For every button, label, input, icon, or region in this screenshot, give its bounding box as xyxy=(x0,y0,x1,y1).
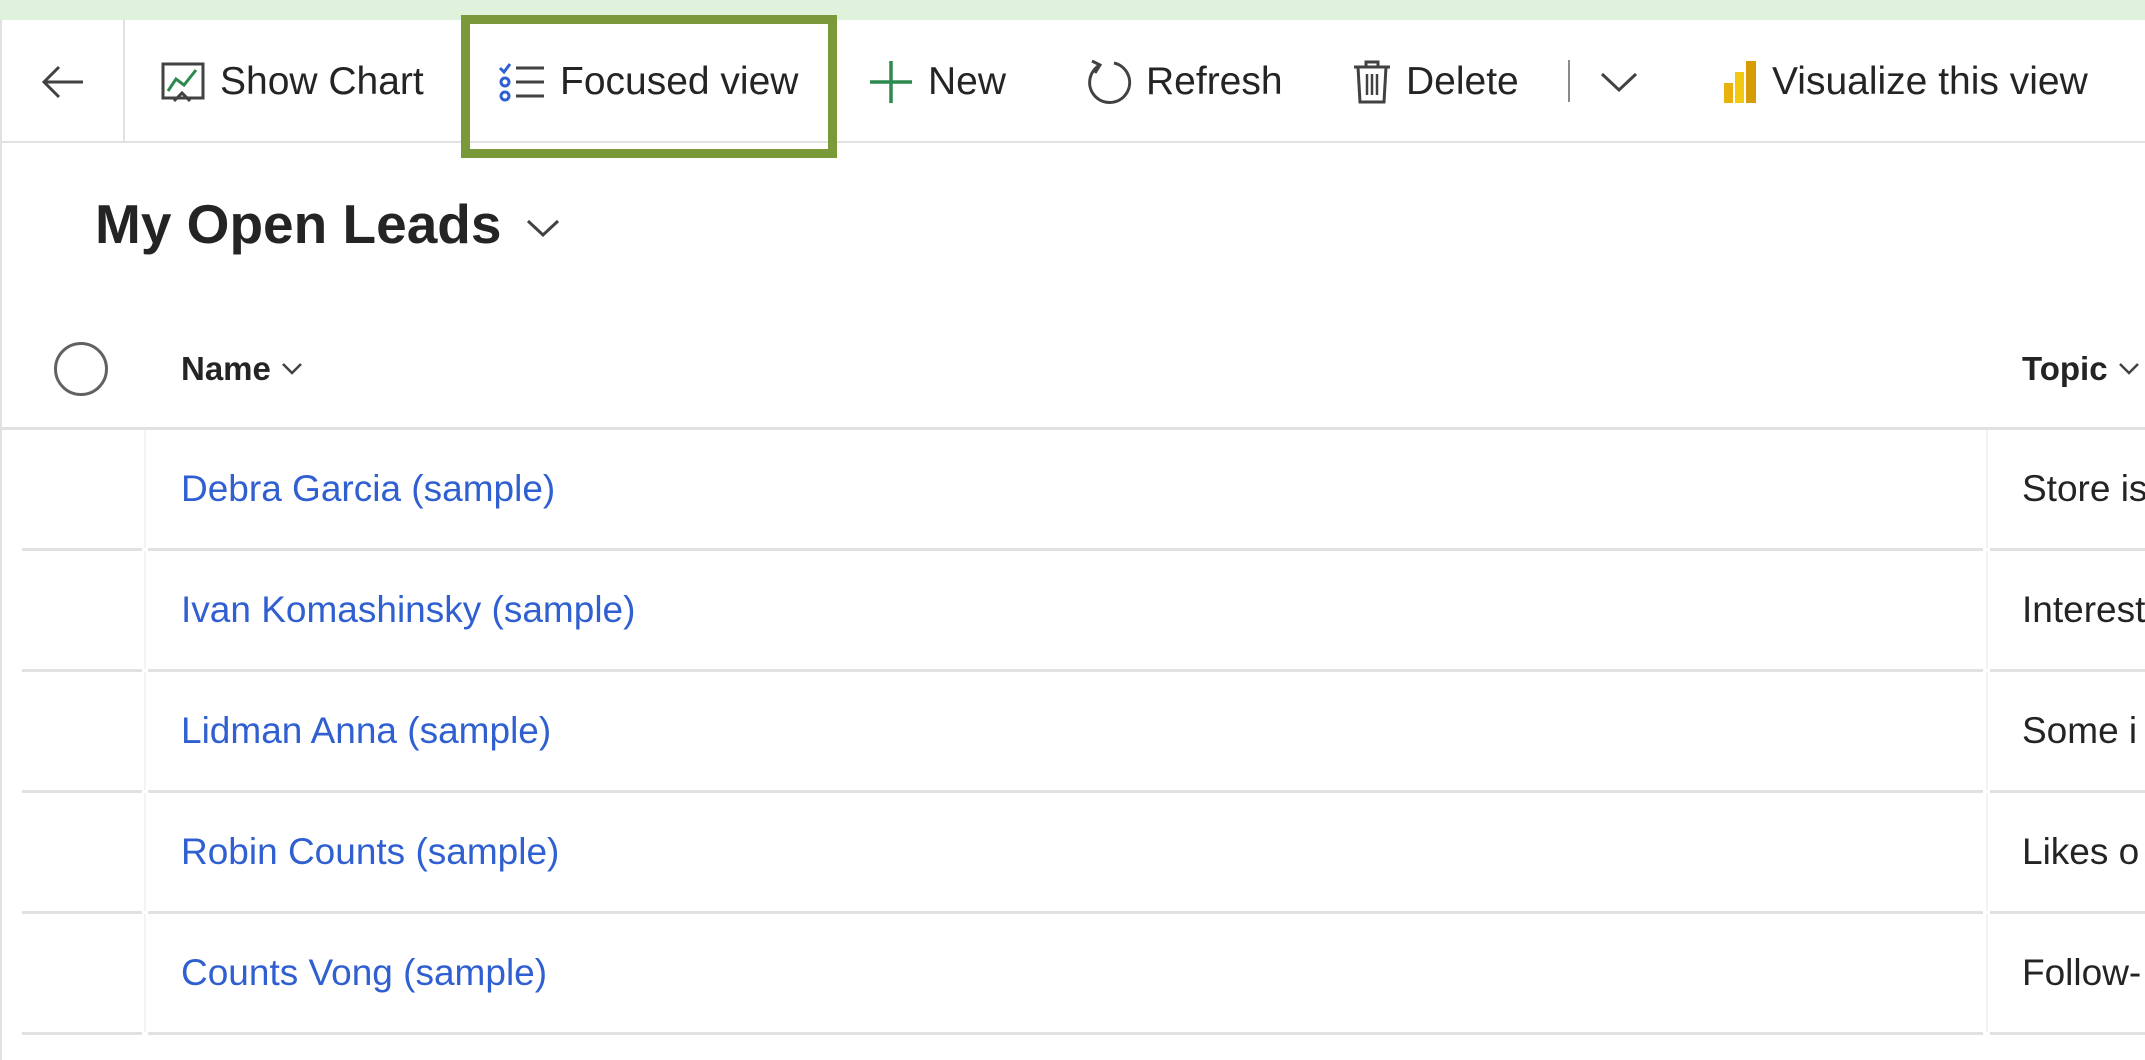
row-divider xyxy=(1986,430,1988,548)
table-row[interactable]: Ivan Komashinsky (sample) Interest xyxy=(0,551,2145,672)
back-arrow-icon xyxy=(41,65,83,98)
chevron-down-icon xyxy=(1600,72,1638,92)
show-chart-label: Show Chart xyxy=(220,59,424,103)
grid-header: Name Topic xyxy=(0,310,2145,430)
row-divider xyxy=(1986,793,1988,911)
new-label: New xyxy=(928,59,1007,103)
column-header-label: Name xyxy=(181,349,271,387)
row-divider xyxy=(1986,914,1988,1032)
lead-topic: Follow- xyxy=(2022,952,2142,993)
more-options-dropdown[interactable] xyxy=(1599,20,1639,143)
lead-name-link[interactable]: Robin Counts (sample) xyxy=(181,793,559,911)
row-divider xyxy=(144,793,146,911)
column-header-topic[interactable]: Topic xyxy=(2022,310,2140,427)
refresh-button[interactable]: Refresh xyxy=(1084,20,1283,143)
delete-button[interactable]: Delete xyxy=(1352,20,1519,143)
lead-name-link[interactable]: Lidman Anna (sample) xyxy=(181,672,551,790)
row-border xyxy=(22,1032,142,1035)
command-bar: Show Chart Focused view New Refresh Dele… xyxy=(0,20,2145,143)
view-selector[interactable]: My Open Leads xyxy=(95,192,561,256)
new-button[interactable]: New xyxy=(868,20,1006,143)
chevron-down-icon xyxy=(527,219,560,238)
lead-topic: Likes o xyxy=(2022,831,2140,872)
column-header-name[interactable]: Name xyxy=(181,310,303,427)
page-title: My Open Leads xyxy=(95,193,502,255)
column-header-label: Topic xyxy=(2022,349,2108,387)
power-bi-icon xyxy=(1724,60,1756,103)
back-button[interactable] xyxy=(38,20,88,143)
row-divider xyxy=(1986,672,1988,790)
delete-label: Delete xyxy=(1406,59,1519,103)
table-row[interactable]: Lidman Anna (sample) Some i xyxy=(0,672,2145,793)
table-row[interactable]: Counts Vong (sample) Follow- xyxy=(0,914,2145,1035)
visualize-view-button[interactable]: Visualize this view xyxy=(1722,20,2088,143)
row-divider xyxy=(144,430,146,548)
refresh-icon xyxy=(1088,59,1132,104)
toolbar-divider xyxy=(123,20,125,143)
lead-name-link[interactable]: Counts Vong (sample) xyxy=(181,914,547,1032)
top-banner-strip xyxy=(0,0,2145,20)
table-row[interactable]: Robin Counts (sample) Likes o xyxy=(0,793,2145,914)
plus-icon xyxy=(870,60,912,103)
lead-name-link[interactable]: Ivan Komashinsky (sample) xyxy=(181,551,635,669)
refresh-label: Refresh xyxy=(1146,59,1283,103)
row-divider xyxy=(144,551,146,669)
row-divider xyxy=(144,914,146,1032)
show-chart-icon xyxy=(161,62,205,102)
lead-topic: Some i xyxy=(2022,710,2138,751)
lead-topic: Store is xyxy=(2022,468,2145,509)
lead-name-link[interactable]: Debra Garcia (sample) xyxy=(181,430,555,548)
chevron-down-icon xyxy=(2118,362,2139,375)
lead-topic: Interest xyxy=(2022,589,2145,630)
select-all-checkbox[interactable] xyxy=(54,342,108,396)
row-divider xyxy=(1986,551,1988,669)
focused-view-highlight xyxy=(461,15,837,158)
table-row[interactable]: Debra Garcia (sample) Store is xyxy=(0,430,2145,551)
trash-icon xyxy=(1354,60,1390,103)
chevron-down-icon xyxy=(282,362,302,375)
split-button-divider xyxy=(1568,60,1570,102)
row-border xyxy=(1990,1032,2145,1035)
row-divider xyxy=(144,672,146,790)
visualize-label: Visualize this view xyxy=(1772,59,2088,103)
show-chart-button[interactable]: Show Chart xyxy=(160,20,424,143)
row-border xyxy=(148,1032,1983,1035)
